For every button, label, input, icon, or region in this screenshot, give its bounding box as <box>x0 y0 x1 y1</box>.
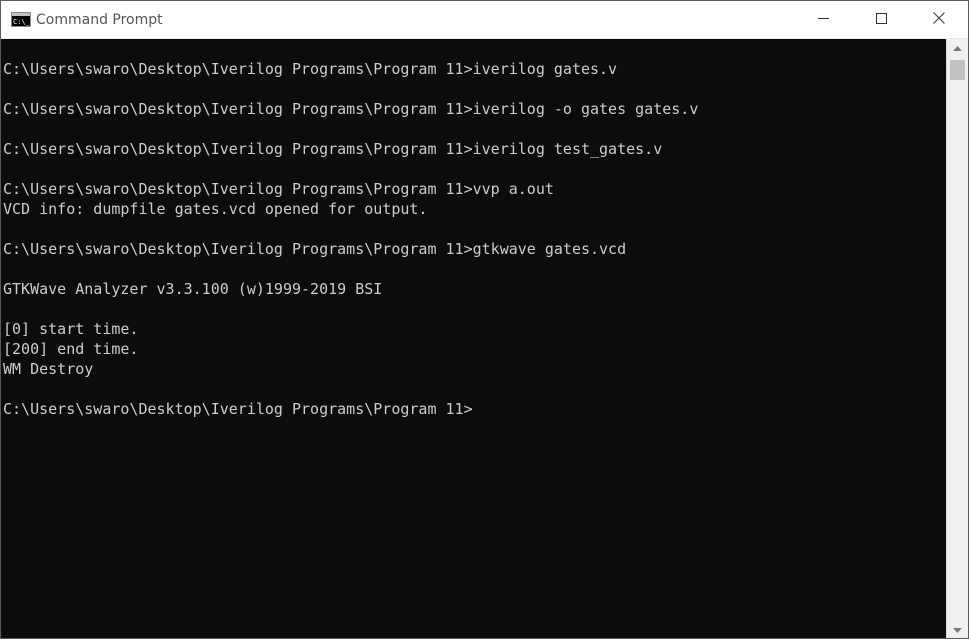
console-line: C:\Users\swaro\Desktop\Iverilog Programs… <box>3 100 699 118</box>
minimize-button[interactable] <box>794 1 852 38</box>
console-line: WM Destroy <box>3 360 94 378</box>
command-prompt-line: C:\Users\swaro\Desktop\Iverilog Programs… <box>3 400 473 418</box>
scroll-up-arrow-icon <box>953 39 962 57</box>
cmd-icon[interactable]: C:\_ <box>11 12 31 27</box>
command-prompt-window: C:\_ Command Prompt C:\Users\swaro\Deskt… <box>0 0 969 639</box>
console-line: GTKWave Analyzer v3.3.100 (w)1999-2019 B… <box>3 280 383 298</box>
console-line: C:\Users\swaro\Desktop\Iverilog Programs… <box>3 180 554 198</box>
scroll-down-button[interactable] <box>947 621 968 638</box>
scroll-down-arrow-icon <box>953 621 962 639</box>
scroll-thumb[interactable] <box>950 60 965 80</box>
console-line: [200] end time. <box>3 340 139 358</box>
vertical-scrollbar[interactable] <box>946 39 968 638</box>
window-title: Command Prompt <box>36 12 163 28</box>
close-icon <box>933 11 945 29</box>
title-bar[interactable]: C:\_ Command Prompt <box>1 1 968 39</box>
close-button[interactable] <box>910 1 968 38</box>
maximize-button[interactable] <box>852 1 910 38</box>
console-line: VCD info: dumpfile gates.vcd opened for … <box>3 200 428 218</box>
svg-text:C:\_: C:\_ <box>13 18 31 26</box>
console-line: C:\Users\swaro\Desktop\Iverilog Programs… <box>3 240 627 258</box>
console-line: C:\Users\swaro\Desktop\Iverilog Programs… <box>3 60 618 78</box>
maximize-icon <box>875 11 887 29</box>
scroll-up-button[interactable] <box>947 39 968 56</box>
minimize-icon <box>817 11 829 29</box>
console-output[interactable]: C:\Users\swaro\Desktop\Iverilog Programs… <box>1 39 946 638</box>
console-line: C:\Users\swaro\Desktop\Iverilog Programs… <box>3 140 663 158</box>
console-line: [0] start time. <box>3 320 139 338</box>
